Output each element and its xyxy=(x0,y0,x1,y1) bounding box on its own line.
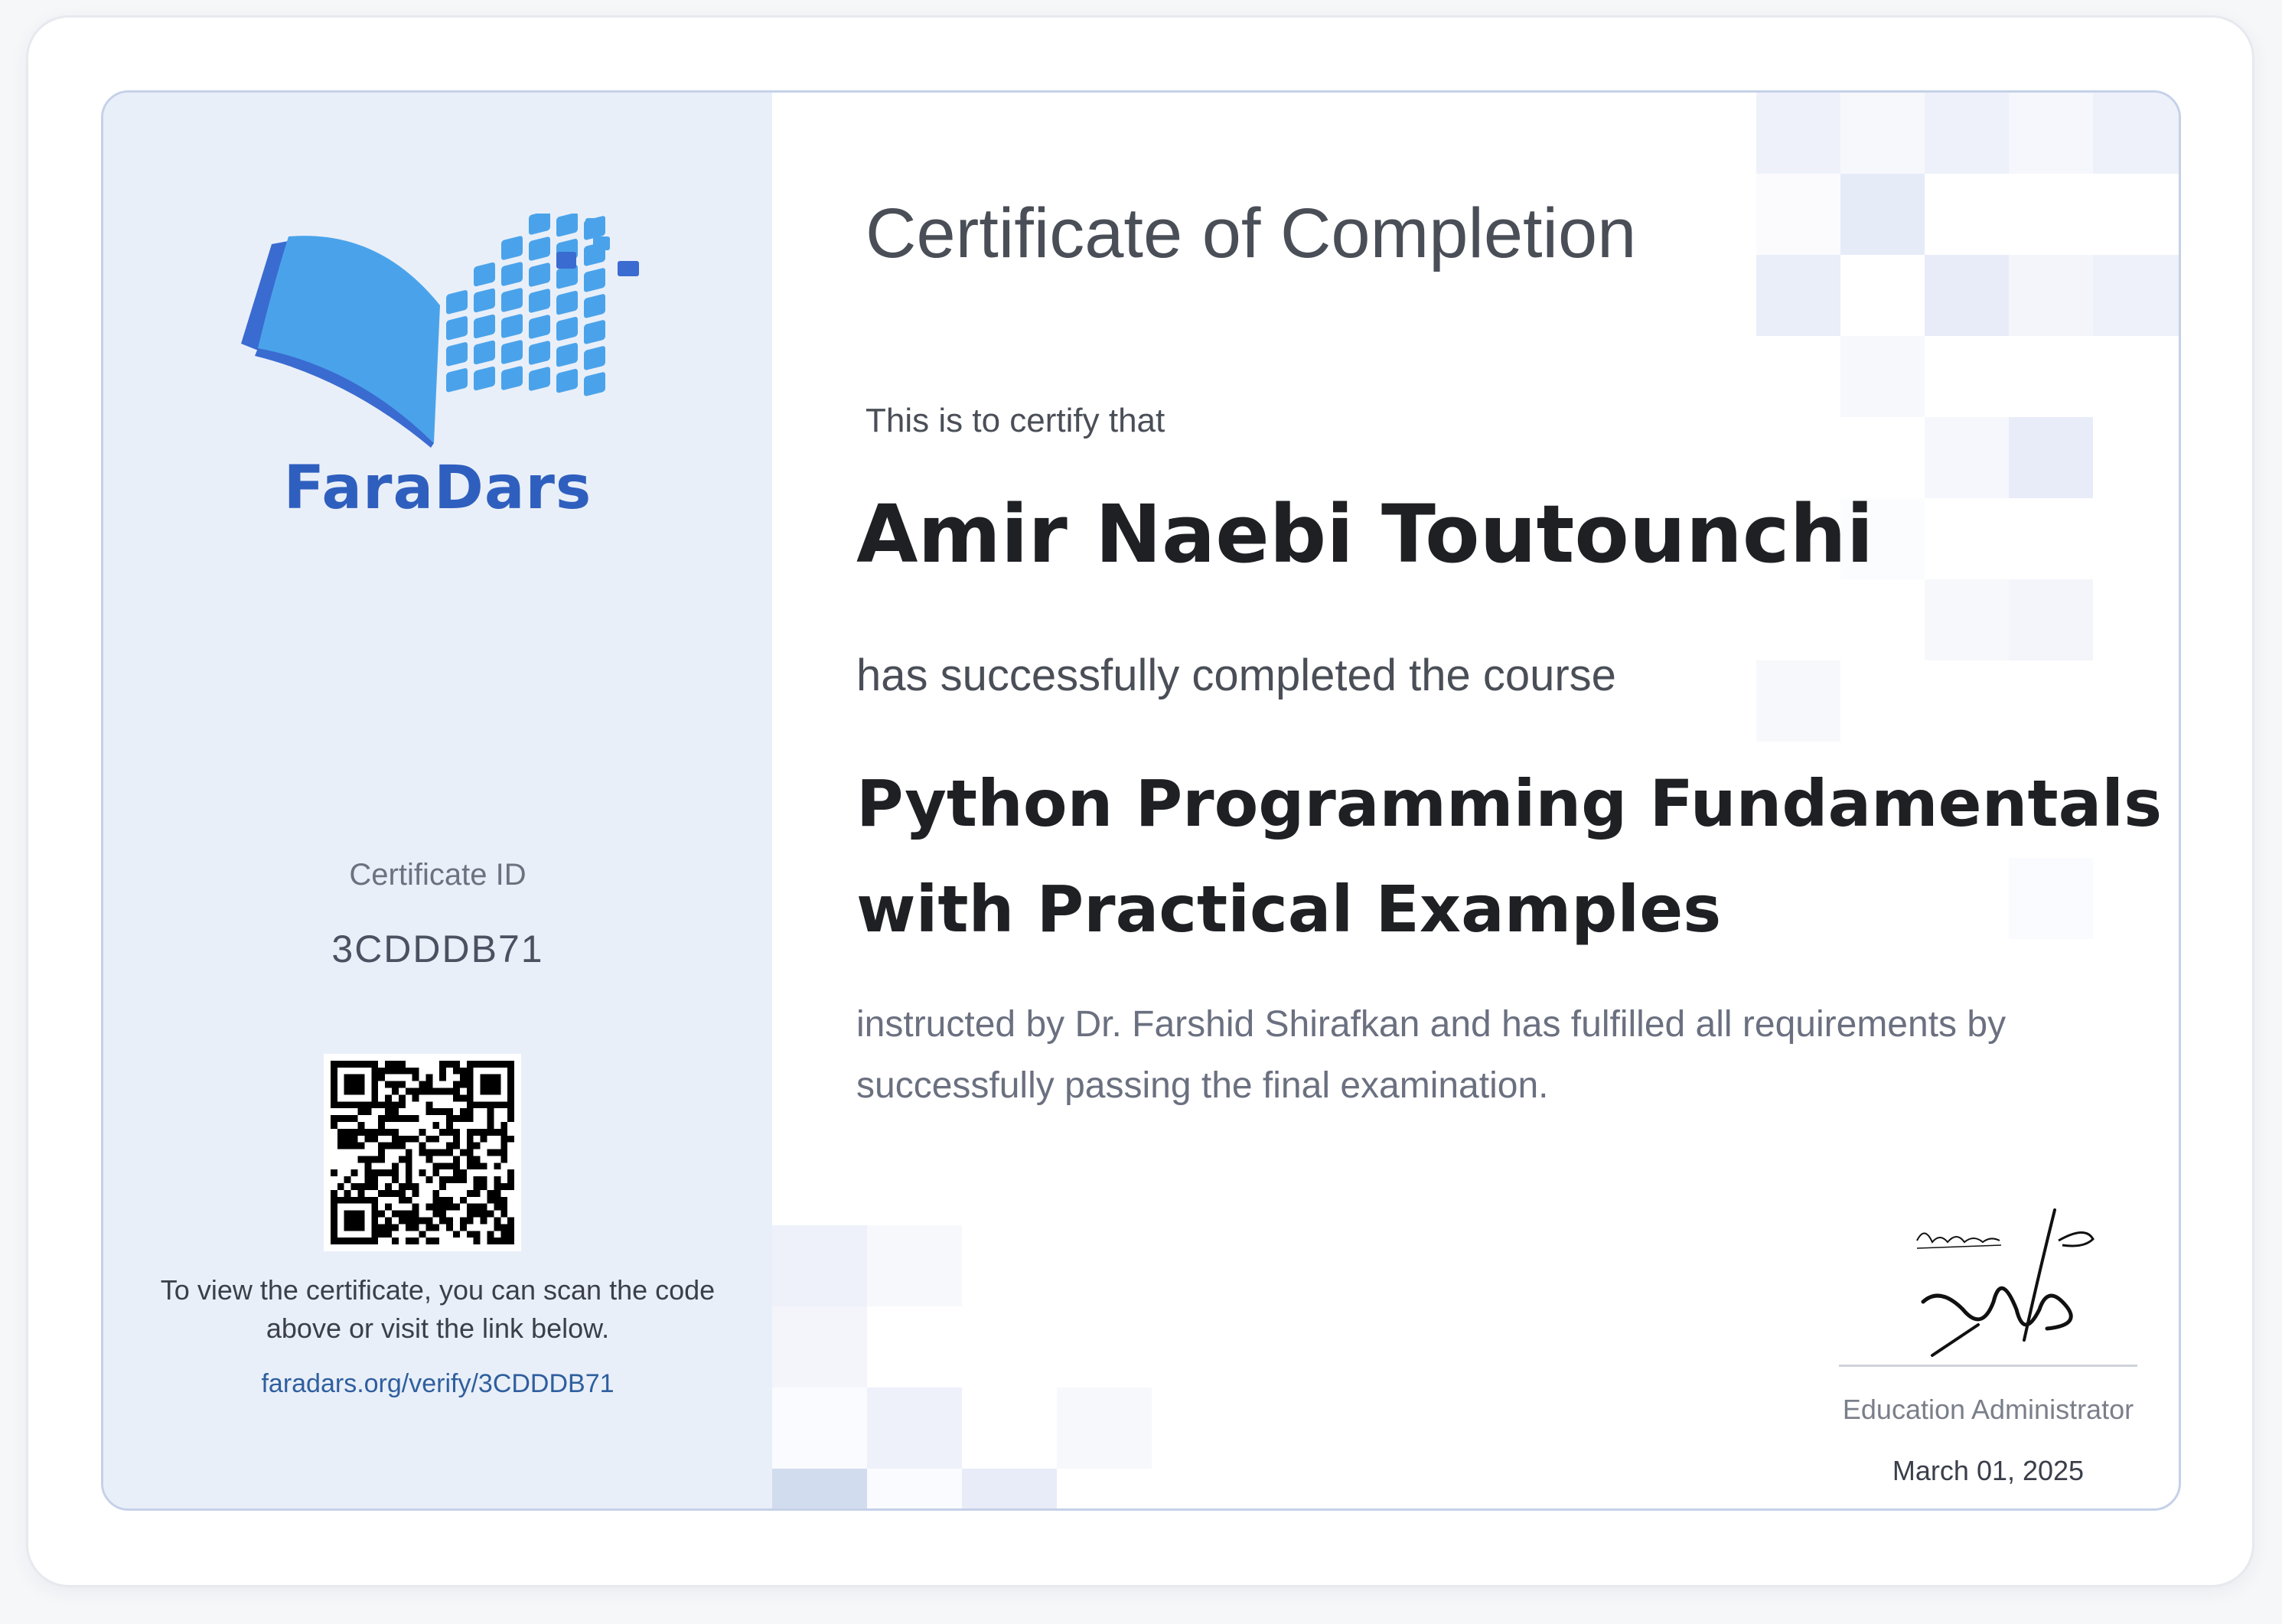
qr-code-icon[interactable] xyxy=(324,1054,521,1251)
certificate-id-label: Certificate ID xyxy=(349,858,526,892)
issue-date: March 01, 2025 xyxy=(1892,1455,2085,1486)
signer-role: Education Administrator xyxy=(1842,1394,2134,1425)
instructed-text: instructed by Dr. Farshid Shirafkan and … xyxy=(856,1004,2007,1106)
left-panel: FaraDars Certificate ID 3CDDDB71 To view… xyxy=(103,93,772,1508)
certificate-title: Certificate of Completion xyxy=(866,194,1637,272)
verify-link[interactable]: faradars.org/verify/3CDDDB71 xyxy=(103,1369,772,1399)
scan-instructions: To view the certificate, you can scan th… xyxy=(160,1274,716,1344)
certificate-card: FaraDars Certificate ID 3CDDDB71 To view… xyxy=(101,90,2181,1511)
brand-name: FaraDars xyxy=(283,454,592,523)
recipient-name: Amir Naebi Toutounchi xyxy=(856,488,1874,581)
certify-text: This is to certify that xyxy=(866,402,1165,439)
signature-line xyxy=(1839,1365,2137,1367)
completed-text: has successfully completed the course xyxy=(856,651,1616,700)
signature-icon xyxy=(1916,1208,2095,1357)
course-title: Python Programming Fundamentals with Pra… xyxy=(856,766,2163,947)
certificate-id-value: 3CDDDB71 xyxy=(331,928,544,970)
